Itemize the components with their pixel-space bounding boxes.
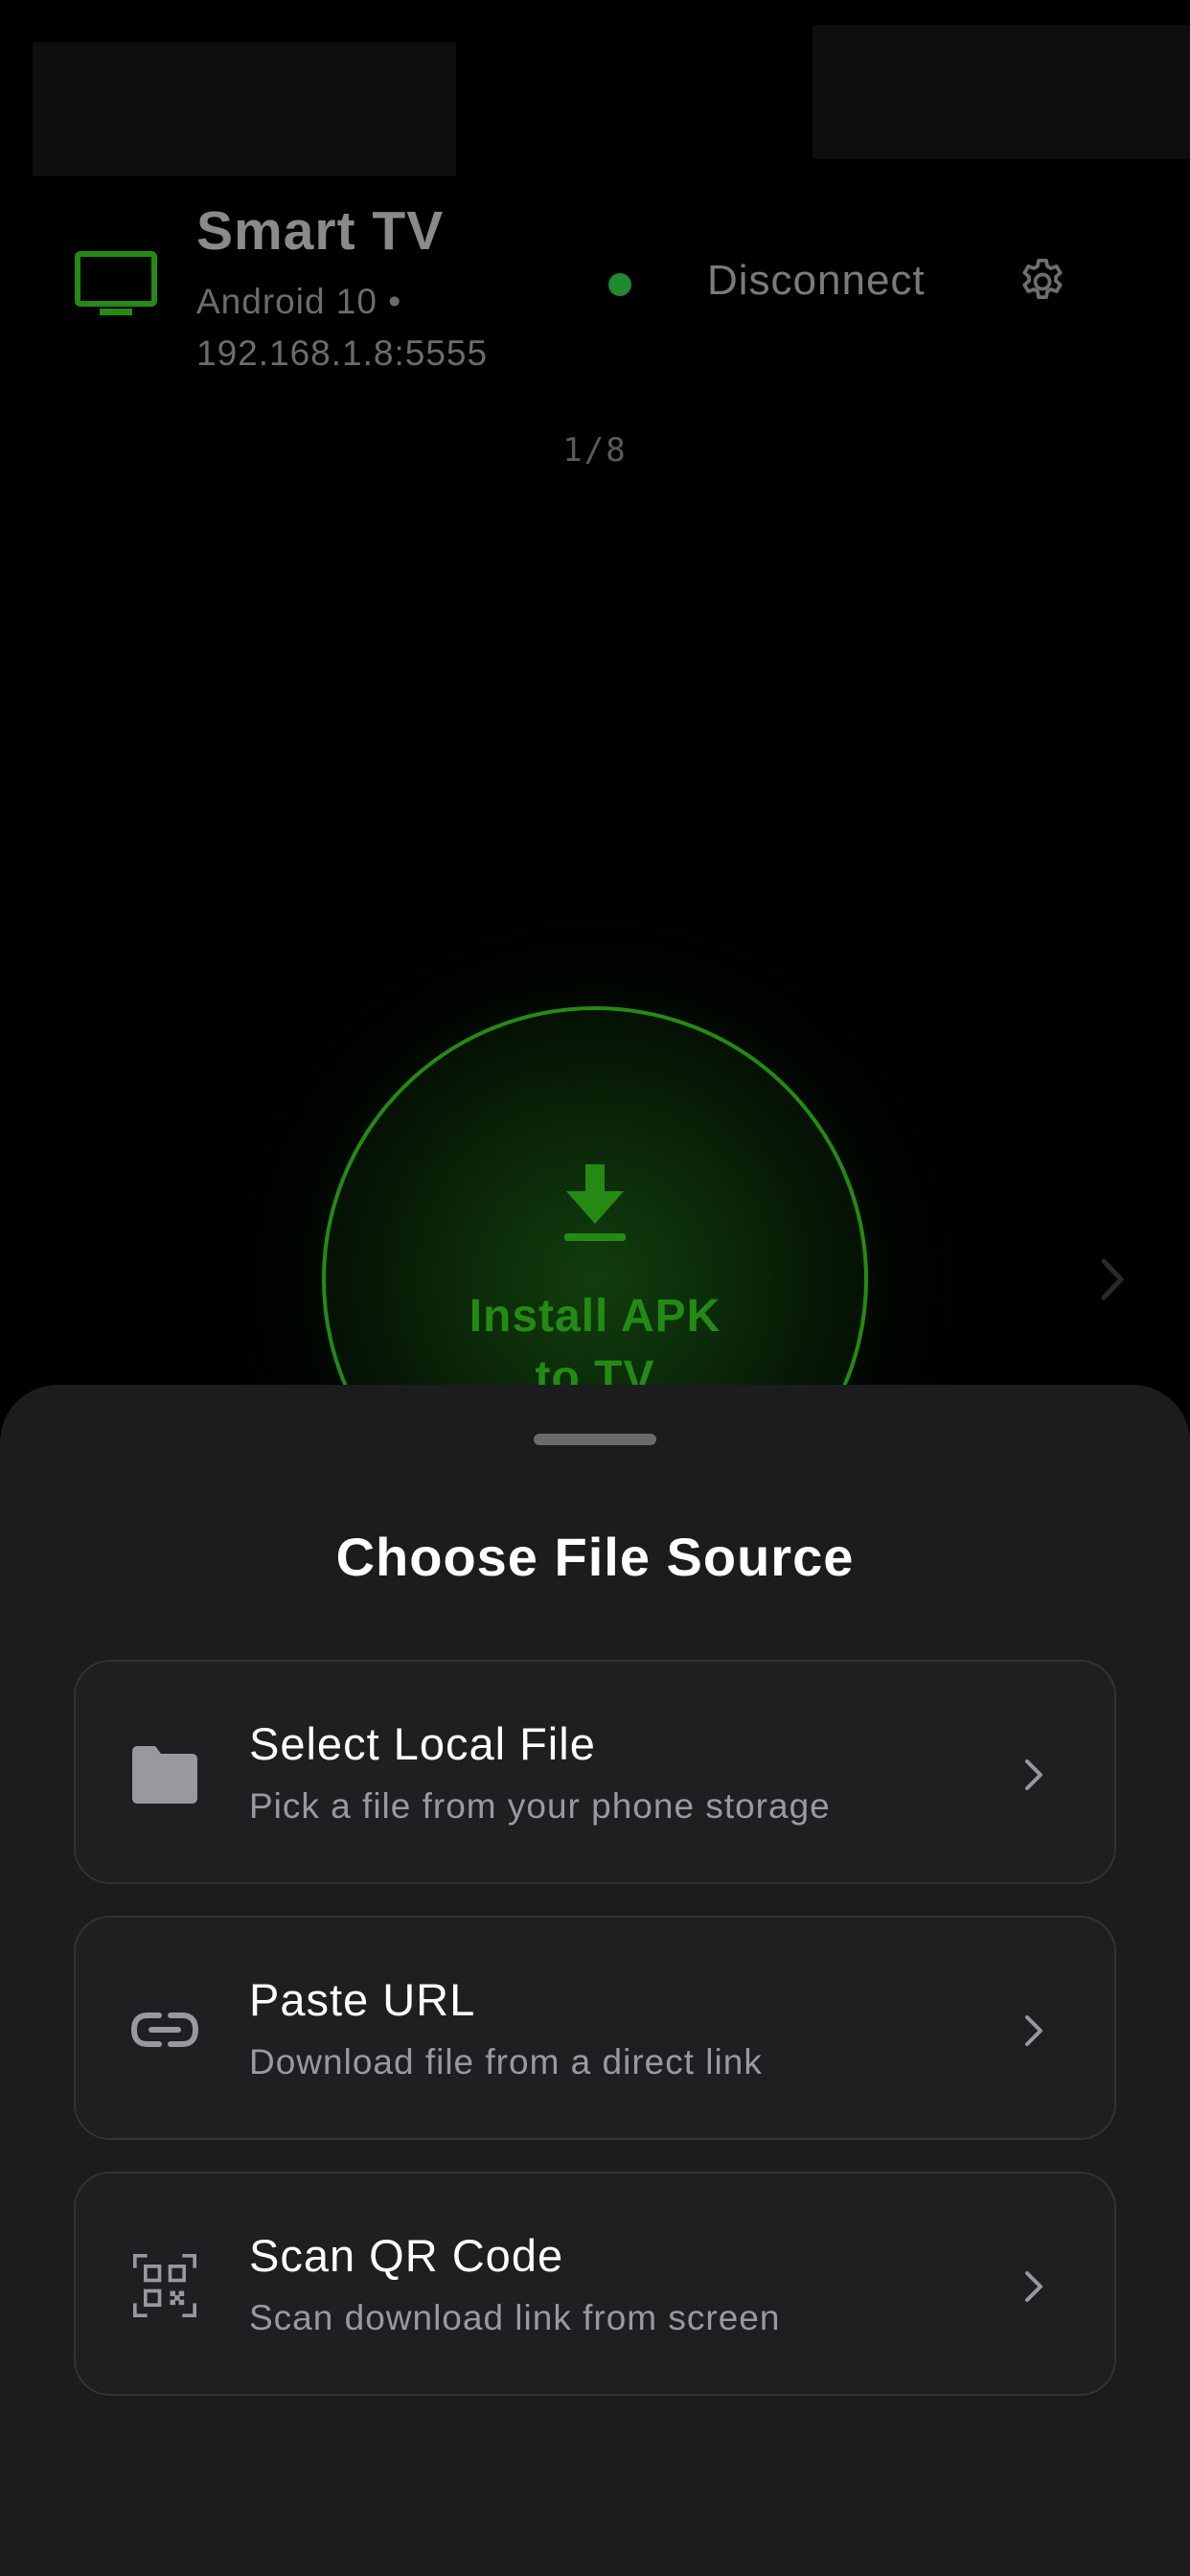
scan-qr-code-option[interactable]: Scan QR Code Scan download link from scr… — [74, 2172, 1116, 2396]
option-title: Paste URL — [249, 1974, 476, 2025]
top-left-placeholder — [33, 42, 456, 176]
folder-icon — [132, 1746, 197, 1804]
option-subtitle: Pick a file from your phone storage — [249, 1786, 831, 1826]
app-screen: Smart TV Android 10 • 192.168.1.8:5555 D… — [0, 0, 1190, 2576]
chevron-right-icon — [1025, 1760, 1042, 1790]
device-name: Smart TV — [196, 200, 445, 262]
option-subtitle: Scan download link from screen — [249, 2298, 781, 2337]
install-label-line1: Install APK — [469, 1291, 721, 1342]
option-subtitle: Download file from a direct link — [249, 2042, 763, 2082]
qr-code-icon — [133, 2254, 196, 2317]
tv-icon — [75, 251, 157, 315]
settings-gear-icon[interactable] — [1016, 255, 1069, 309]
connection-status-dot — [608, 273, 631, 296]
device-address: 192.168.1.8:5555 — [196, 334, 489, 373]
link-icon — [130, 2012, 199, 2047]
option-title: Scan QR Code — [249, 2230, 564, 2281]
chevron-right-icon[interactable] — [1092, 1255, 1131, 1303]
device-info: Android 10 • 192.168.1.8:5555 — [196, 276, 561, 380]
device-android-version: Android 10 • — [196, 282, 402, 321]
option-title: Select Local File — [249, 1718, 596, 1769]
disconnect-button[interactable]: Disconnect — [707, 257, 926, 305]
chevron-right-icon — [1025, 2271, 1042, 2302]
select-local-file-option[interactable]: Select Local File Pick a file from your … — [74, 1660, 1116, 1884]
sheet-drag-handle[interactable] — [534, 1434, 656, 1445]
page-indicator: 1/8 — [562, 431, 628, 470]
paste-url-option[interactable]: Paste URL Download file from a direct li… — [74, 1916, 1116, 2140]
chevron-right-icon — [1025, 2015, 1042, 2046]
top-right-placeholder — [812, 25, 1190, 159]
sheet-title: Choose File Source — [335, 1527, 855, 1587]
download-icon — [564, 1164, 626, 1241]
